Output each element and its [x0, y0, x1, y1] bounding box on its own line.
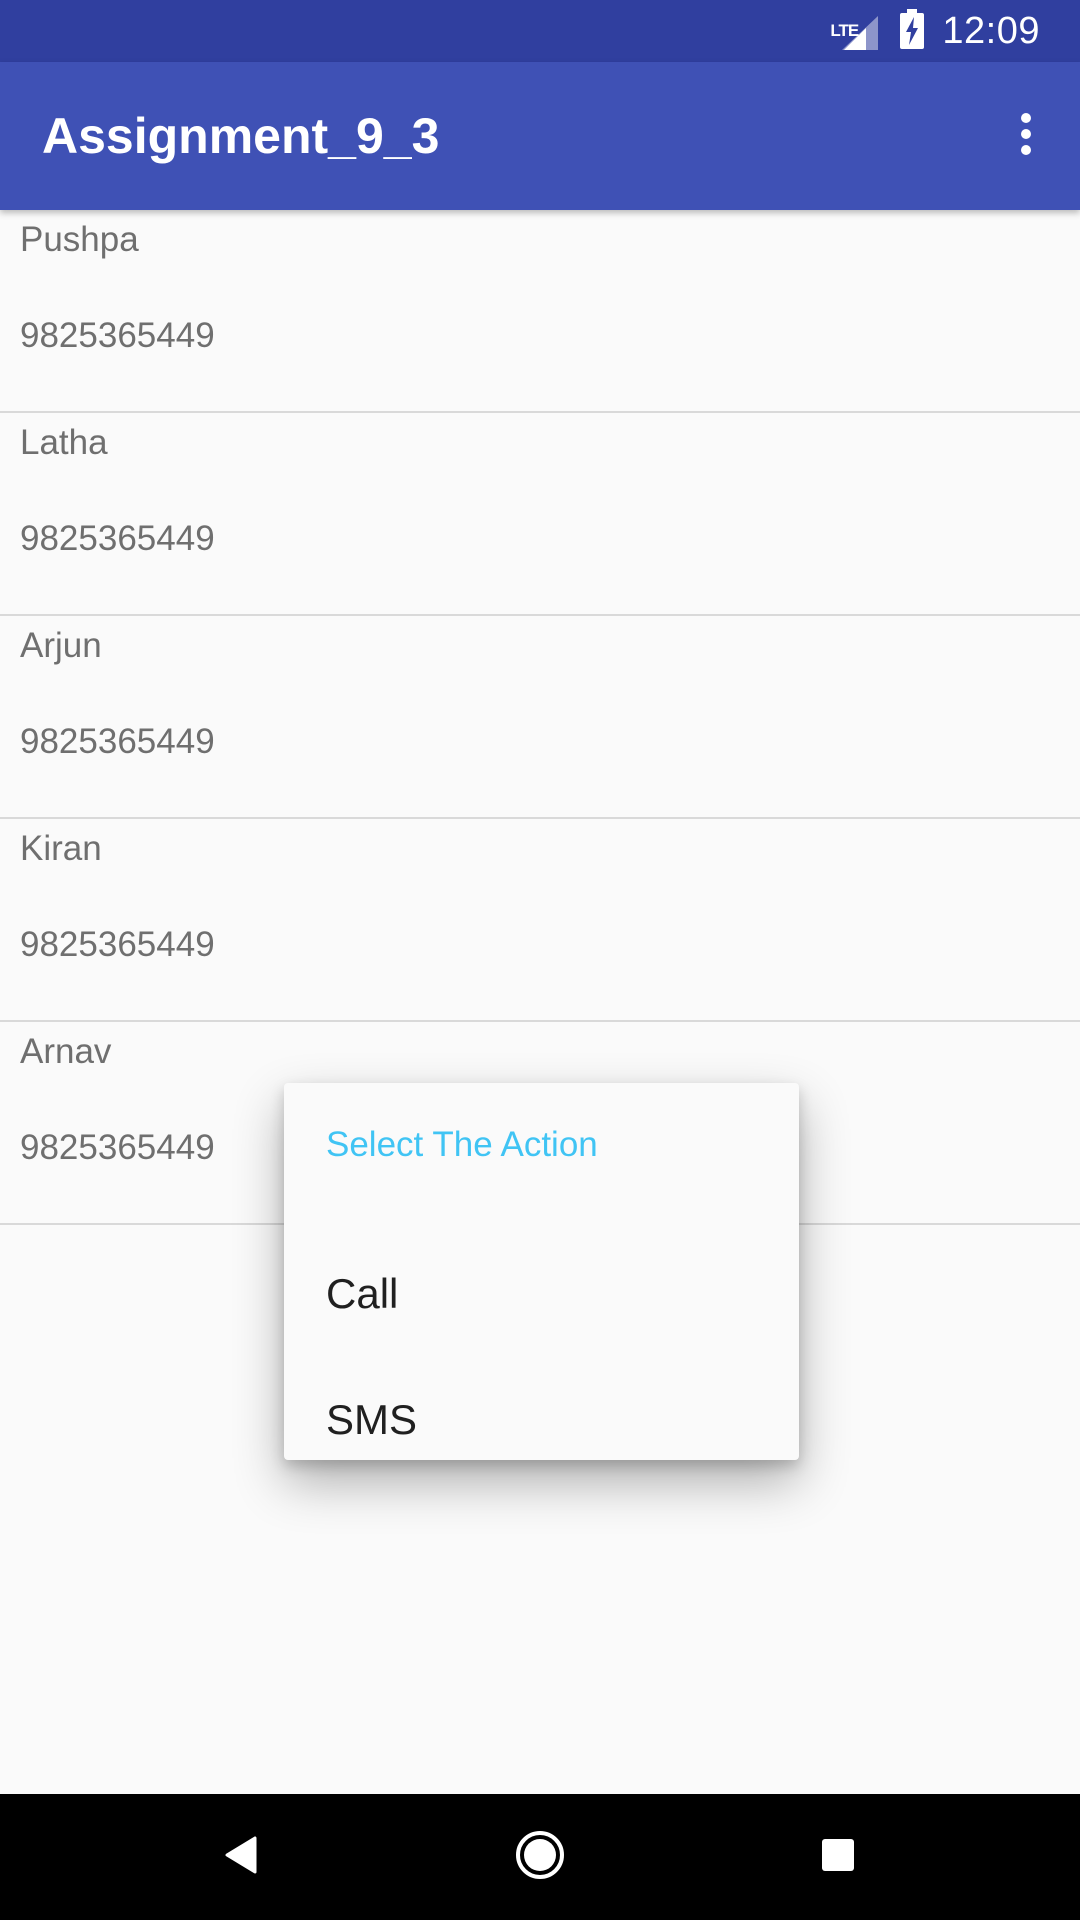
contact-phone: 9825365449	[20, 316, 215, 355]
list-item[interactable]: Pushpa 9825365449	[0, 210, 1080, 413]
app-title: Assignment_9_3	[42, 108, 440, 164]
contact-name: Arjun	[20, 626, 102, 665]
context-menu-title: Select The Action	[326, 1125, 598, 1164]
contact-name: Kiran	[20, 829, 102, 868]
recents-button[interactable]	[793, 1812, 883, 1902]
contact-phone: 9825365449	[20, 1128, 215, 1167]
home-icon	[514, 1829, 566, 1886]
contact-phone: 9825365449	[20, 519, 215, 558]
battery-charging-icon	[900, 8, 925, 54]
menu-item-label: SMS	[326, 1396, 418, 1443]
menu-item-call[interactable]: Call	[284, 1230, 799, 1356]
contact-phone: 9825365449	[20, 722, 215, 761]
recents-icon	[821, 1838, 855, 1877]
contact-phone: 9825365449	[20, 925, 215, 964]
menu-item-label: Call	[326, 1270, 399, 1317]
list-item[interactable]: Kiran 9825365449	[0, 819, 1080, 1022]
list-item[interactable]: Arjun 9825365449	[0, 616, 1080, 819]
status-bar: LTE 12:09	[0, 0, 1080, 62]
contact-name: Pushpa	[20, 220, 139, 259]
screen: LTE 12:09 Assignment_9_3 Pushpa 98253654…	[0, 0, 1080, 1920]
nav-bar	[0, 1794, 1080, 1920]
status-icons: LTE 12:09	[830, 0, 1040, 62]
more-vert-icon	[1019, 112, 1033, 161]
menu-item-sms[interactable]: SMS	[284, 1356, 799, 1482]
contact-name: Arnav	[20, 1032, 112, 1071]
back-button[interactable]	[196, 1812, 286, 1902]
contact-list: Pushpa 9825365449 Latha 9825365449 Arjun…	[0, 210, 1080, 1225]
context-menu: Select The Action Call SMS	[284, 1083, 799, 1460]
back-icon	[223, 1835, 259, 1880]
home-button[interactable]	[495, 1812, 585, 1902]
contact-name: Latha	[20, 423, 108, 462]
overflow-menu-button[interactable]	[988, 98, 1064, 174]
lte-signal-icon: LTE	[830, 10, 882, 52]
list-item[interactable]: Latha 9825365449	[0, 413, 1080, 616]
app-bar: Assignment_9_3	[0, 62, 1080, 210]
status-time: 12:09	[942, 9, 1040, 52]
